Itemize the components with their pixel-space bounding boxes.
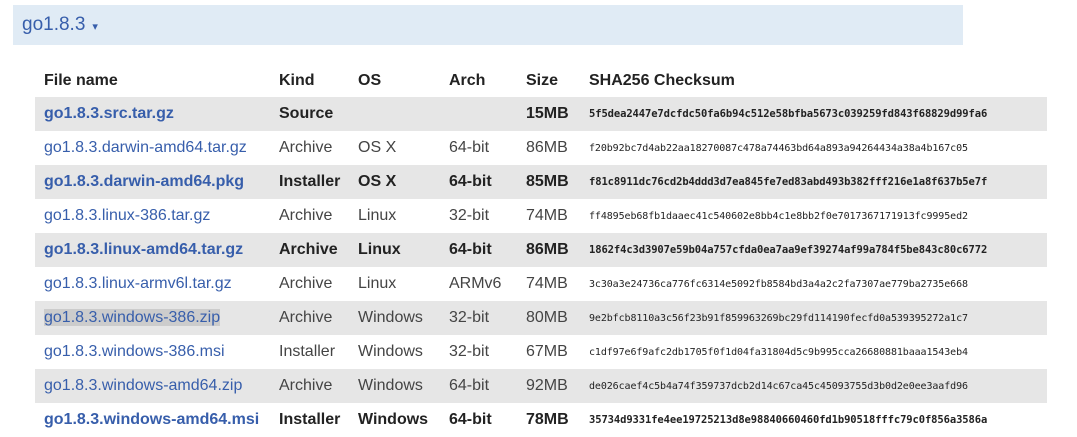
arch-cell: 64-bit: [440, 369, 517, 403]
arch-cell: 32-bit: [440, 335, 517, 369]
table-row: go1.8.3.windows-amd64.zip Archive Window…: [35, 369, 1047, 403]
size-cell: 86MB: [517, 131, 580, 165]
os-cell: Windows: [349, 403, 440, 437]
file-link[interactable]: go1.8.3.windows-amd64.zip: [44, 377, 242, 394]
size-cell: 92MB: [517, 369, 580, 403]
file-cell: go1.8.3.linux-armv6l.tar.gz: [35, 267, 270, 301]
os-cell: Linux: [349, 233, 440, 267]
os-cell: [349, 97, 440, 131]
kind-cell: Installer: [270, 335, 349, 369]
arch-cell: ARMv6: [440, 267, 517, 301]
file-link-selected[interactable]: go1.8.3.windows-386.zip: [44, 309, 221, 326]
size-cell: 86MB: [517, 233, 580, 267]
checksum-cell: c1df97e6f9afc2db1705f0f1d04fa31804d5c9b9…: [580, 335, 1047, 369]
table-body: go1.8.3.src.tar.gz Source 15MB 5f5dea244…: [35, 97, 1047, 437]
size-cell: 67MB: [517, 335, 580, 369]
checksum-cell: f81c8911dc76cd2b4ddd3d7ea845fe7ed83abd49…: [580, 165, 1047, 199]
version-toggle[interactable]: go1.8.3 ▾: [13, 5, 963, 45]
os-cell: Linux: [349, 199, 440, 233]
file-link[interactable]: go1.8.3.src.tar.gz: [44, 105, 174, 122]
size-cell: 74MB: [517, 267, 580, 301]
file-link[interactable]: go1.8.3.windows-amd64.msi: [44, 411, 259, 428]
file-cell: go1.8.3.src.tar.gz: [35, 97, 270, 131]
file-cell: go1.8.3.linux-amd64.tar.gz: [35, 233, 270, 267]
arch-cell: 64-bit: [440, 403, 517, 437]
file-cell: go1.8.3.windows-amd64.msi: [35, 403, 270, 437]
file-link[interactable]: go1.8.3.linux-armv6l.tar.gz: [44, 275, 232, 292]
kind-cell: Installer: [270, 165, 349, 199]
table-row: go1.8.3.src.tar.gz Source 15MB 5f5dea244…: [35, 97, 1047, 131]
header-kind: Kind: [279, 71, 315, 89]
table-row: go1.8.3.linux-amd64.tar.gz Archive Linux…: [35, 233, 1047, 267]
file-cell: go1.8.3.darwin-amd64.pkg: [35, 165, 270, 199]
arch-cell: 64-bit: [440, 233, 517, 267]
checksum-cell: de026caef4c5b4a74f359737dcb2d14c67ca45c4…: [580, 369, 1047, 403]
checksum-cell: ff4895eb68fb1daaec41c540602e8bb4c1e8bb2f…: [580, 199, 1047, 233]
header-size: Size: [526, 71, 559, 89]
table-row: go1.8.3.linux-armv6l.tar.gz Archive Linu…: [35, 267, 1047, 301]
kind-cell: Archive: [270, 233, 349, 267]
header-arch: Arch: [449, 71, 486, 89]
os-cell: Windows: [349, 301, 440, 335]
header-checksum: SHA256 Checksum: [589, 71, 735, 89]
file-cell: go1.8.3.windows-386.msi: [35, 335, 270, 369]
file-cell: go1.8.3.windows-amd64.zip: [35, 369, 270, 403]
os-cell: OS X: [349, 165, 440, 199]
file-link[interactable]: go1.8.3.darwin-amd64.tar.gz: [44, 139, 247, 156]
checksum-cell: f20b92bc7d4ab22aa18270087c478a74463bd64a…: [580, 131, 1047, 165]
checksum-cell: 3c30a3e24736ca776fc6314e5092fb8584bd3a4a…: [580, 267, 1047, 301]
file-link[interactable]: go1.8.3.darwin-amd64.pkg: [44, 173, 244, 190]
size-cell: 15MB: [517, 97, 580, 131]
file-cell: go1.8.3.windows-386.zip: [35, 301, 270, 335]
kind-cell: Archive: [270, 199, 349, 233]
checksum-cell: 1862f4c3d3907e59b04a757cfda0ea7aa9ef3927…: [580, 233, 1047, 267]
header-file-name: File name: [44, 71, 118, 89]
kind-cell: Installer: [270, 403, 349, 437]
kind-cell: Archive: [270, 301, 349, 335]
file-cell: go1.8.3.linux-386.tar.gz: [35, 199, 270, 233]
size-cell: 74MB: [517, 199, 580, 233]
arch-cell: [440, 97, 517, 131]
downloads-table: File name Kind OS Arch Size SHA256 Check…: [35, 64, 1047, 437]
file-link[interactable]: go1.8.3.windows-386.msi: [44, 343, 225, 360]
checksum-cell: 5f5dea2447e7dcfdc50fa6b94c512e58bfba5673…: [580, 97, 1047, 131]
kind-cell: Archive: [270, 131, 349, 165]
size-cell: 85MB: [517, 165, 580, 199]
kind-cell: Archive: [270, 369, 349, 403]
kind-cell: Source: [270, 97, 349, 131]
file-link[interactable]: go1.8.3.linux-386.tar.gz: [44, 207, 210, 224]
table-row: go1.8.3.darwin-amd64.pkg Installer OS X …: [35, 165, 1047, 199]
table-row: go1.8.3.windows-amd64.msi Installer Wind…: [35, 403, 1047, 437]
arch-cell: 32-bit: [440, 199, 517, 233]
arch-cell: 64-bit: [440, 165, 517, 199]
kind-cell: Archive: [270, 267, 349, 301]
os-cell: Linux: [349, 267, 440, 301]
arch-cell: 32-bit: [440, 301, 517, 335]
checksum-cell: 35734d9331fe4ee19725213d8e98840660460fd1…: [580, 403, 1047, 437]
os-cell: OS X: [349, 131, 440, 165]
file-cell: go1.8.3.darwin-amd64.tar.gz: [35, 131, 270, 165]
file-link[interactable]: go1.8.3.linux-amd64.tar.gz: [44, 241, 243, 258]
os-cell: Windows: [349, 369, 440, 403]
version-label[interactable]: go1.8.3: [22, 14, 85, 36]
caret-down-icon: ▾: [92, 20, 98, 33]
table-row: go1.8.3.windows-386.msi Installer Window…: [35, 335, 1047, 369]
header-os: OS: [358, 71, 382, 89]
os-cell: Windows: [349, 335, 440, 369]
table-row: go1.8.3.linux-386.tar.gz Archive Linux 3…: [35, 199, 1047, 233]
size-cell: 80MB: [517, 301, 580, 335]
table-row: go1.8.3.darwin-amd64.tar.gz Archive OS X…: [35, 131, 1047, 165]
arch-cell: 64-bit: [440, 131, 517, 165]
checksum-cell: 9e2bfcb8110a3c56f23b91f859963269bc29fd11…: [580, 301, 1047, 335]
table-header-row: File name Kind OS Arch Size SHA256 Check…: [35, 64, 1047, 97]
table-row: go1.8.3.windows-386.zip Archive Windows …: [35, 301, 1047, 335]
size-cell: 78MB: [517, 403, 580, 437]
